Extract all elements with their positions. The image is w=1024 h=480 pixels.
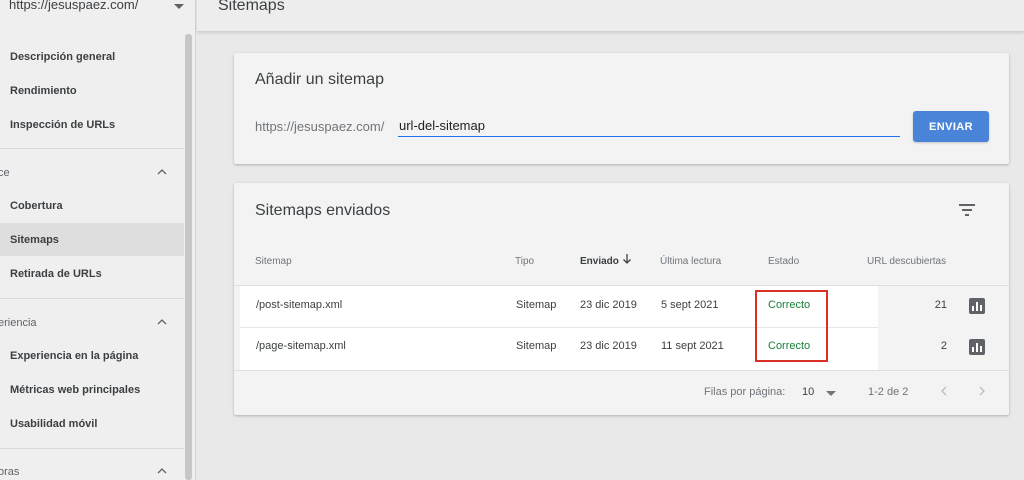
sidebar-section-enhancements[interactable]: oras [0,463,184,480]
column-header-status[interactable]: Estado [768,256,799,267]
sidebar-item-label: Rendimiento [10,84,77,97]
sidebar-item-label: Retirada de URLs [10,267,102,280]
cell-sitemap: /post-sitemap.xml [256,299,343,311]
sidebar-item-sitemaps[interactable]: Sitemaps [0,223,184,256]
bar-chart-icon[interactable] [969,339,985,355]
sidebar-scrollbar[interactable] [185,34,192,480]
chevron-down-icon[interactable] [826,391,836,396]
url-prefix: https://jesuspaez.com/ [255,119,385,134]
sidebar-divider [0,148,184,149]
section-label: oras [0,466,20,478]
chevron-down-icon [174,4,184,9]
rows-per-page-value[interactable]: 10 [802,386,814,398]
column-header-last-read[interactable]: Última lectura [660,256,721,267]
sent-sitemaps-title: Sitemaps enviados [255,202,391,219]
column-header-sent[interactable]: Enviado [580,256,619,267]
property-selector[interactable]: https://jesuspaez.com/ [0,0,195,20]
sidebar-item-url-inspection[interactable]: Inspección de URLs [0,108,184,141]
sidebar-item-page-experience[interactable]: Experiencia en la página [0,339,184,372]
chevron-up-icon [157,319,167,325]
page-header: Sitemaps [197,0,1024,32]
status-highlight-box [755,290,828,362]
sidebar-item-coverage[interactable]: Cobertura [0,189,184,222]
add-sitemap-title: Añadir un sitemap [255,71,384,88]
sidebar-item-label: Métricas web principales [10,383,141,396]
cell-last-read: 11 sept 2021 [661,340,724,352]
sidebar-section-index[interactable]: ce [0,164,184,184]
chevron-left-icon[interactable] [938,385,950,397]
bar-chart-icon[interactable] [969,298,985,314]
chevron-right-icon[interactable] [976,385,988,397]
page-title: Sitemaps [218,0,285,14]
section-label: eriencia [0,317,37,329]
sitemap-url-input[interactable] [398,115,900,137]
sidebar-item-label: Descripción general [10,50,116,63]
cell-discovered: 21 [934,299,947,311]
arrow-down-icon[interactable] [622,253,632,265]
cell-last-read: 5 sept 2021 [661,299,719,311]
cell-type: Sitemap [516,299,557,311]
sidebar-item-label: Usabilidad móvil [10,417,98,430]
cell-sent: 23 dic 2019 [580,340,637,352]
sidebar-item-label: Inspección de URLs [10,118,116,131]
filter-icon[interactable] [959,203,977,217]
sidebar-item-url-removal[interactable]: Retirada de URLs [0,257,184,290]
rows-per-page-label: Filas por página: [704,386,786,398]
cell-sitemap: /page-sitemap.xml [256,340,346,352]
sidebar-divider [0,298,184,299]
column-header-sitemap[interactable]: Sitemap [255,256,292,267]
cell-type: Sitemap [516,340,557,352]
sidebar-item-mobile-usability[interactable]: Usabilidad móvil [0,407,184,440]
table-divider [234,370,1009,371]
chevron-up-icon [157,468,167,474]
property-url: https://jesuspaez.com/ [9,0,139,12]
pagination-range: 1-2 de 2 [868,386,909,398]
sidebar-item-overview[interactable]: Descripción general [0,40,184,73]
column-header-type[interactable]: Tipo [515,256,534,267]
sidebar-item-core-web-vitals[interactable]: Métricas web principales [0,373,184,406]
sidebar-item-label: Sitemaps [10,233,59,246]
sidebar-section-experience[interactable]: eriencia [0,314,184,334]
column-header-discovered[interactable]: URL descubiertas [867,256,946,267]
sidebar: https://jesuspaez.com/ Descripción gener… [0,0,196,480]
sidebar-item-performance[interactable]: Rendimiento [0,74,184,107]
section-label: ce [0,167,10,179]
add-sitemap-card: Añadir un sitemap https://jesuspaez.com/… [234,53,1009,164]
sidebar-item-label: Cobertura [10,199,63,212]
sidebar-item-label: Experiencia en la página [10,349,139,362]
submit-button[interactable]: ENVIAR [913,111,989,142]
cell-discovered: 2 [940,340,947,352]
chevron-up-icon [157,169,167,175]
cell-sent: 23 dic 2019 [580,299,637,311]
sidebar-divider [0,448,184,449]
